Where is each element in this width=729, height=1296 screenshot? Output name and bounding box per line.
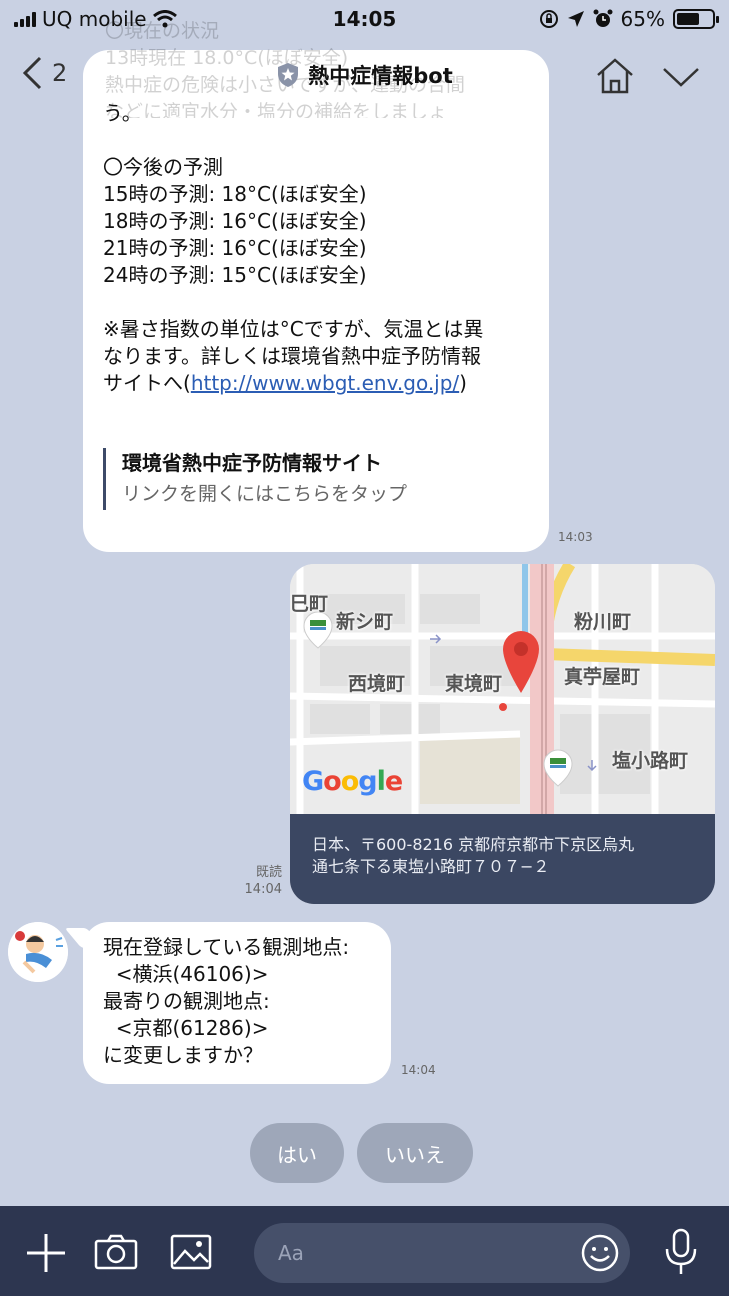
message-line: 24時の予測: 15°C(ほぼ安全) [103,263,367,287]
message-line: なります。詳しくは環境省熱中症予防情報 [103,344,481,368]
map-label: 塩小路町 [612,750,689,772]
message-input[interactable]: Aa [254,1223,630,1283]
message-line: 現在登録している観測地点: [103,935,350,959]
message-line: 15時の予測: 18°C(ほぼ安全) [103,182,367,206]
map-label: 巳町 [290,593,329,615]
input-bar: Aa [0,1206,729,1296]
message-line [103,289,533,316]
smile-icon[interactable] [580,1233,620,1273]
wbgt-link[interactable]: http://www.wbgt.env.go.jp/ [191,371,459,395]
chevron-down-icon[interactable] [662,66,700,88]
bot-message-location-change: 現在登録している観測地点: <横浜(46106)> 最寄りの観測地点: <京都(… [83,922,391,1084]
google-letter: G [302,766,324,797]
google-letter: o [323,766,342,797]
message-line: 21時の予測: 16°C(ほぼ安全) [103,236,367,260]
message-line: 18時の予測: 16°C(ほぼ安全) [103,209,367,233]
carrier-label: UQ mobile [42,7,147,31]
address-line: 日本、〒600-8216 京都府京都市下京区烏丸 [312,835,635,854]
bot-message-forecast: う。 〇今後の予測 15時の予測: 18°C(ほぼ安全) 18時の予測: 16°… [83,50,549,552]
address-line: 通七条下る東塩小路町７０７−２ [312,857,550,876]
image-icon[interactable] [170,1234,212,1270]
message-line: サイトへ(http://www.wbgt.env.go.jp/) [103,370,533,397]
message-time: 14:04 [401,1063,436,1077]
message-time: 14:04 [244,882,282,897]
link-preview-title: 環境省熱中症予防情報サイト [122,451,382,475]
home-icon[interactable] [595,56,635,96]
mic-icon[interactable] [664,1228,698,1276]
quick-reply-yes-button[interactable]: はい [250,1123,344,1183]
link-suffix: ) [459,371,467,395]
input-placeholder: Aa [278,1241,304,1265]
battery-icon [673,9,719,29]
alarm-icon [593,9,613,27]
message-line: 〇今後の予測 [103,155,223,179]
location-address: 日本、〒600-8216 京都府京都市下京区烏丸 通七条下る東塩小路町７０７−２ [290,814,715,904]
chat-title-text: 熱中症情報bot [308,64,453,88]
avatar-illustration [8,922,68,982]
plus-icon[interactable] [25,1232,67,1274]
google-letter: e [384,766,403,797]
read-receipt: 既読 14:04 [236,864,282,898]
message-line [103,127,533,154]
link-preview-subtitle: リンクを開くにはこちらをタップ [122,483,408,505]
map-label: 粉川町 [574,611,632,633]
signal-icon [14,11,36,27]
location-map-card[interactable]: 巳町 新シ町 粉川町 西境町 東境町 真苧屋町 塩小路町 Google 日本、〒… [290,564,715,904]
message-line: 最寄りの観測地点: [103,989,270,1013]
message-line: に変更しますか？ [103,1043,263,1067]
map-label: 真苧屋町 [564,666,641,688]
chat-header: 2 熱中症情報bot [0,38,729,114]
status-left: UQ mobile [14,7,177,31]
status-right: 65% [539,7,719,31]
status-bar: UQ mobile 14:05 65% [0,0,729,38]
battery-fill [677,13,700,25]
link-preview[interactable]: 環境省熱中症予防情報サイト リンクを開くにはこちらをタップ [103,448,503,510]
quick-reply-no-button[interactable]: いいえ [357,1123,473,1183]
shield-icon [278,63,299,87]
camera-icon[interactable] [94,1234,138,1270]
link-prefix: サイトへ( [103,371,191,395]
lock-rotation-icon [539,10,558,28]
message-time: 14:03 [558,530,593,544]
google-logo: Google [302,766,403,797]
bot-avatar[interactable] [8,922,68,982]
wifi-icon [152,10,177,28]
map-label: 西境町 [348,673,406,695]
google-letter: l [376,766,386,797]
message-line: ※暑さ指数の単位は°Cですが、気温とは異 [103,317,484,341]
message-text: う。 〇今後の予測 15時の予測: 18°C(ほぼ安全) 18時の予測: 16°… [103,100,533,397]
battery-percent: 65% [620,7,665,31]
google-letter: g [358,766,377,797]
message-line: <横浜(46106)> [103,962,269,986]
read-label: 既読 [255,865,282,880]
map-label: 東境町 [445,673,503,695]
google-letter: o [340,766,360,797]
location-icon [567,11,584,27]
message-line: <京都(61286)> [103,1016,269,1040]
map-label: 新シ町 [336,611,394,633]
